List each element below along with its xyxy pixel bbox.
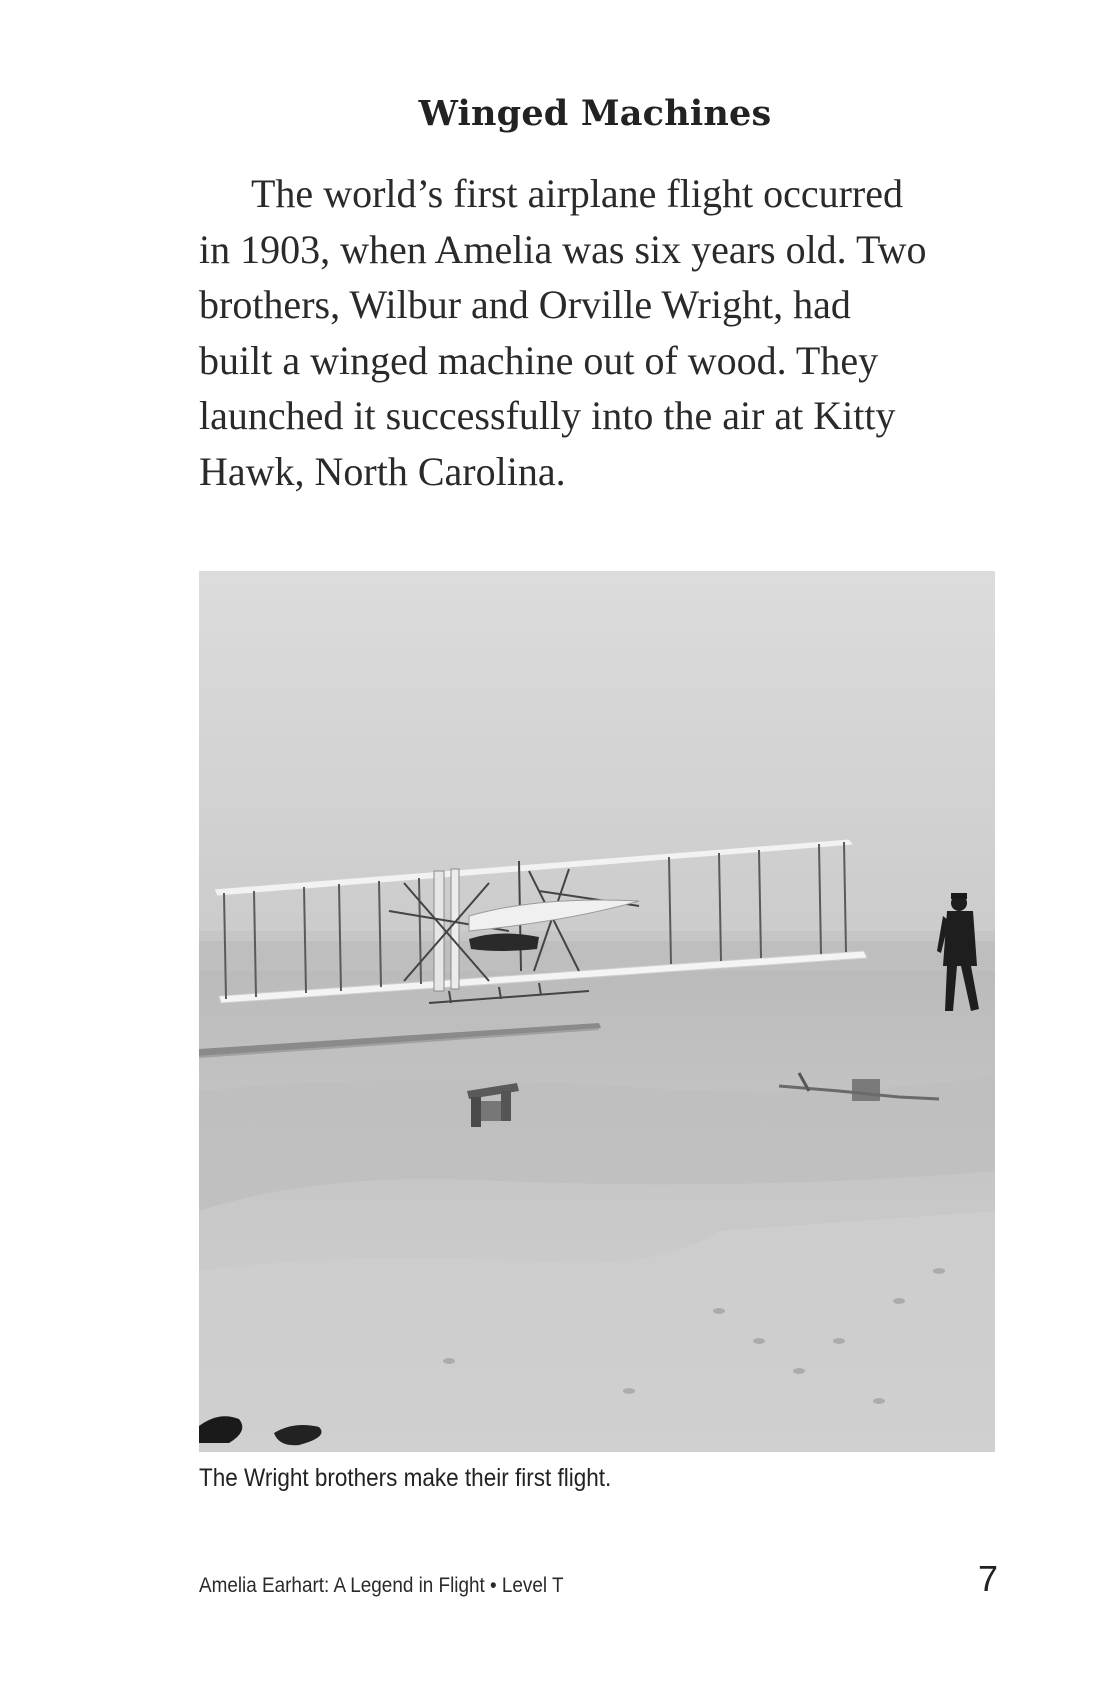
paragraph-line: built a winged machine out of wood. They [199, 337, 879, 383]
page-number: 7 [977, 1558, 998, 1599]
paragraph-line: launched it successfully into the air at… [199, 393, 896, 438]
book-page: Winged Machines The world’s first airpla… [0, 0, 1100, 1700]
photo-caption: The Wright brothers make their first fli… [199, 1464, 612, 1492]
paragraph-line: Hawk, North Carolina. [199, 448, 566, 494]
body-paragraph: The world’s first airplane flight occurr… [199, 166, 989, 499]
paragraph-line: brothers, Wilbur and Orville Wright, had [199, 282, 851, 327]
paragraph-line: in 1903, when Amelia was six years old. … [199, 226, 927, 272]
section-heading: Winged Machines [418, 93, 772, 134]
photo-illustration [199, 571, 995, 1452]
sky [199, 571, 995, 951]
footer-book-title: Amelia Earhart: A Legend in Flight • Lev… [199, 1574, 564, 1597]
paragraph-line: The world’s first airplane flight occurr… [251, 171, 903, 216]
wright-flight-photo [199, 571, 995, 1452]
